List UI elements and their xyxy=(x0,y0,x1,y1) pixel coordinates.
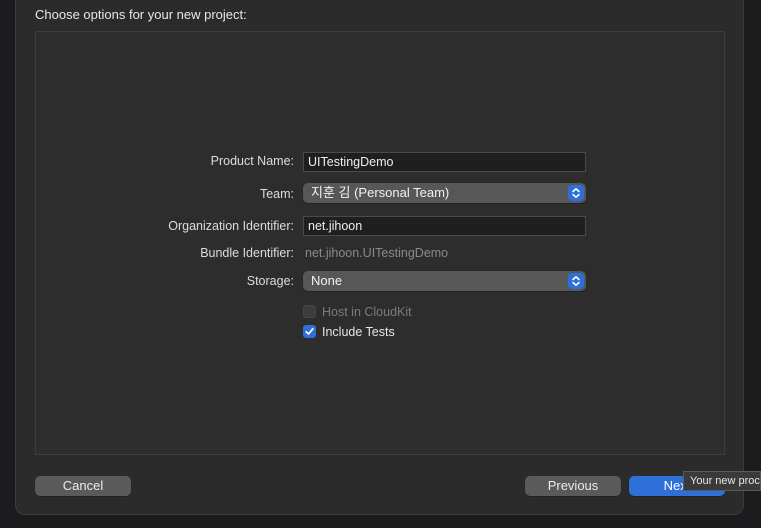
next-button-tooltip: Your new proc xyxy=(683,471,761,491)
updown-chevron-icon xyxy=(568,273,584,289)
checkmark-icon xyxy=(305,327,314,335)
host-in-cloudkit-checkbox xyxy=(303,305,316,318)
bundle-identifier-label: Bundle Identifier: xyxy=(200,246,294,260)
product-name-input[interactable] xyxy=(303,152,586,172)
updown-chevron-icon xyxy=(568,185,584,201)
team-popup[interactable]: 지훈 김 (Personal Team) xyxy=(303,183,586,203)
options-panel xyxy=(35,31,725,455)
sheet-title: Choose options for your new project: xyxy=(35,7,247,22)
team-popup-value: 지훈 김 (Personal Team) xyxy=(311,185,450,200)
product-name-label: Product Name: xyxy=(210,154,294,168)
bundle-identifier-value: net.jihoon.UITestingDemo xyxy=(305,246,449,260)
include-tests-label[interactable]: Include Tests xyxy=(322,325,395,339)
include-tests-checkbox[interactable] xyxy=(303,325,316,338)
cancel-button[interactable]: Cancel xyxy=(35,476,131,496)
organization-identifier-input[interactable] xyxy=(303,216,586,236)
organization-identifier-label: Organization Identifier: xyxy=(168,219,294,233)
storage-popup-value: None xyxy=(311,273,343,288)
storage-label: Storage: xyxy=(246,274,294,288)
host-in-cloudkit-label: Host in CloudKit xyxy=(322,305,412,319)
previous-button[interactable]: Previous xyxy=(525,476,621,496)
team-label: Team: xyxy=(259,187,294,201)
storage-popup[interactable]: None xyxy=(303,271,586,291)
